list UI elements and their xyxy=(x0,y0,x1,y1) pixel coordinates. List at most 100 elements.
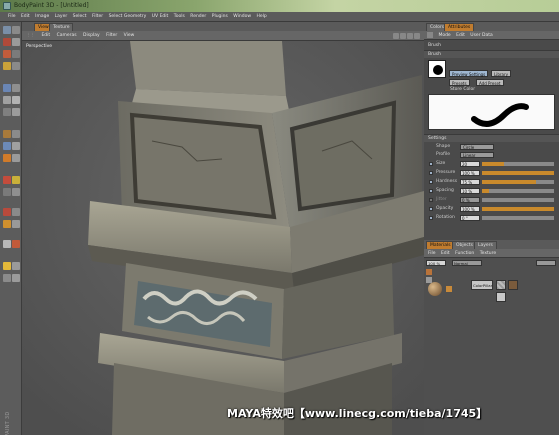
light-icon[interactable] xyxy=(3,262,11,270)
pressure-field[interactable]: 100 % xyxy=(460,170,480,176)
eraser-tool-icon[interactable] xyxy=(12,84,20,92)
menu-uv-edit[interactable]: UV Edit xyxy=(152,14,169,19)
menu-tools[interactable]: Tools xyxy=(174,14,185,19)
preview-settings-button[interactable]: Preview Settings xyxy=(449,70,489,77)
opacity-field[interactable]: 100 % xyxy=(460,206,480,212)
texture-thumb-1[interactable] xyxy=(496,280,506,290)
gradient-tool-icon[interactable] xyxy=(12,108,20,116)
rotation-field[interactable]: 0 ° xyxy=(460,215,480,221)
panel-grip-icon[interactable]: ⋮⋮ xyxy=(26,33,35,38)
jitter-field[interactable]: 0 % xyxy=(460,197,480,203)
rotation-slider[interactable] xyxy=(482,216,554,220)
move-icon[interactable] xyxy=(3,50,11,58)
uv-points-icon[interactable] xyxy=(12,188,20,196)
tab-attributes[interactable]: Attributes xyxy=(444,23,475,31)
fill-bucket-icon[interactable] xyxy=(3,154,11,162)
projection-icon[interactable] xyxy=(12,176,20,184)
clone-tool-icon[interactable] xyxy=(3,96,11,104)
spacing-slider[interactable] xyxy=(482,189,554,193)
size-slider[interactable] xyxy=(482,162,554,166)
menu-render[interactable]: Render xyxy=(190,14,206,19)
smear-tool-icon[interactable] xyxy=(12,96,20,104)
spacing-field[interactable]: 10 % xyxy=(460,188,480,194)
menu-edit[interactable]: Edit xyxy=(21,14,30,19)
undo-icon[interactable] xyxy=(3,26,11,34)
live-select-icon[interactable] xyxy=(12,62,20,70)
orbit-icon[interactable] xyxy=(407,33,413,39)
opacity-checkbox[interactable] xyxy=(429,207,433,211)
render-settings-icon[interactable] xyxy=(12,208,20,216)
view-menu-filter[interactable]: Filter xyxy=(106,33,117,38)
render-icon[interactable] xyxy=(3,208,11,216)
presets-button[interactable]: Presets xyxy=(449,79,470,86)
pressure-checkbox[interactable] xyxy=(429,171,433,175)
layer-icon[interactable] xyxy=(3,220,11,228)
attr-menu-edit[interactable]: Edit xyxy=(456,33,465,38)
magic-wand-icon[interactable] xyxy=(3,142,11,150)
text-tool-icon[interactable] xyxy=(3,130,11,138)
brush-header[interactable]: Brush xyxy=(424,50,559,58)
lasso-icon[interactable] xyxy=(12,142,20,150)
panel-grip-icon[interactable] xyxy=(427,32,433,38)
jitter-slider[interactable] xyxy=(482,198,554,202)
hardness-field[interactable]: 75 % xyxy=(460,179,480,185)
mat-menu-file[interactable]: File xyxy=(428,251,436,256)
layer-visibility-icon[interactable] xyxy=(426,269,432,275)
material-preview-sphere[interactable] xyxy=(428,282,442,296)
settings-header[interactable]: Settings xyxy=(424,134,559,142)
fill-tool-icon[interactable] xyxy=(3,108,11,116)
opacity-mini-field[interactable] xyxy=(536,260,556,266)
grid-icon[interactable] xyxy=(3,240,11,248)
view-menu-display[interactable]: Display xyxy=(83,33,100,38)
mask-icon[interactable] xyxy=(12,220,20,228)
pan-icon[interactable] xyxy=(393,33,399,39)
menu-plugins[interactable]: Plugins xyxy=(212,14,228,19)
uv-polygon-icon[interactable] xyxy=(3,188,11,196)
color-swatch-icon[interactable] xyxy=(3,176,11,184)
hardness-slider[interactable] xyxy=(482,180,554,184)
size-field[interactable]: 20 xyxy=(460,161,480,167)
view-menu-cameras[interactable]: Cameras xyxy=(57,33,77,38)
camera-icon[interactable] xyxy=(12,262,20,270)
mat-menu-texture[interactable]: Texture xyxy=(480,251,496,256)
material-arrow-icon[interactable] xyxy=(446,286,452,292)
menu-file[interactable]: File xyxy=(8,14,16,19)
profile-dropdown[interactable]: Linear xyxy=(460,152,494,158)
menu-layer[interactable]: Layer xyxy=(55,14,68,19)
viewport-perspective[interactable]: Perspective xyxy=(22,41,424,435)
redo-icon[interactable] xyxy=(12,26,20,34)
mat-menu-function[interactable]: Function xyxy=(455,251,474,256)
library-button[interactable]: Library xyxy=(491,70,511,77)
hardness-checkbox[interactable] xyxy=(429,180,433,184)
eyedropper-icon[interactable] xyxy=(12,154,20,162)
rotation-checkbox[interactable] xyxy=(429,216,433,220)
blend-mode-dropdown[interactable]: Normal xyxy=(452,260,482,266)
attr-menu-user-data[interactable]: User Data xyxy=(470,33,492,38)
tab-materials[interactable]: Materials xyxy=(426,241,455,249)
brush-preview-dot[interactable] xyxy=(428,60,446,78)
pressure-slider[interactable] xyxy=(482,171,554,175)
scale-icon[interactable] xyxy=(12,50,20,58)
scene-icon[interactable] xyxy=(12,274,20,282)
shape-dropdown[interactable]: Circle xyxy=(460,144,494,150)
mat-menu-edit[interactable]: Edit xyxy=(441,251,450,256)
maximize-icon[interactable] xyxy=(414,33,420,39)
rotate-icon[interactable] xyxy=(3,62,11,70)
store-color-checkbox[interactable]: Store Color xyxy=(446,86,546,94)
size-checkbox[interactable] xyxy=(429,162,433,166)
zoom-field[interactable]: 100 % xyxy=(426,260,446,266)
view-menu-view[interactable]: View xyxy=(124,33,135,38)
menu-window[interactable]: Window xyxy=(233,14,251,19)
spacing-checkbox[interactable] xyxy=(429,189,433,193)
menu-select-geometry[interactable]: Select Geometry xyxy=(109,14,147,19)
zoom-icon[interactable] xyxy=(400,33,406,39)
menu-select[interactable]: Select xyxy=(73,14,87,19)
magnet-icon[interactable] xyxy=(12,240,20,248)
opacity-slider[interactable] xyxy=(482,207,554,211)
material-name-label[interactable]: ColorPillar xyxy=(471,280,493,290)
menu-image[interactable]: Image xyxy=(35,14,49,19)
attr-menu-mode[interactable]: Mode xyxy=(438,33,450,38)
paint-setup-icon[interactable] xyxy=(3,38,11,46)
add-preset-button[interactable]: Add Preset xyxy=(476,79,504,86)
selection-icon[interactable] xyxy=(12,38,20,46)
